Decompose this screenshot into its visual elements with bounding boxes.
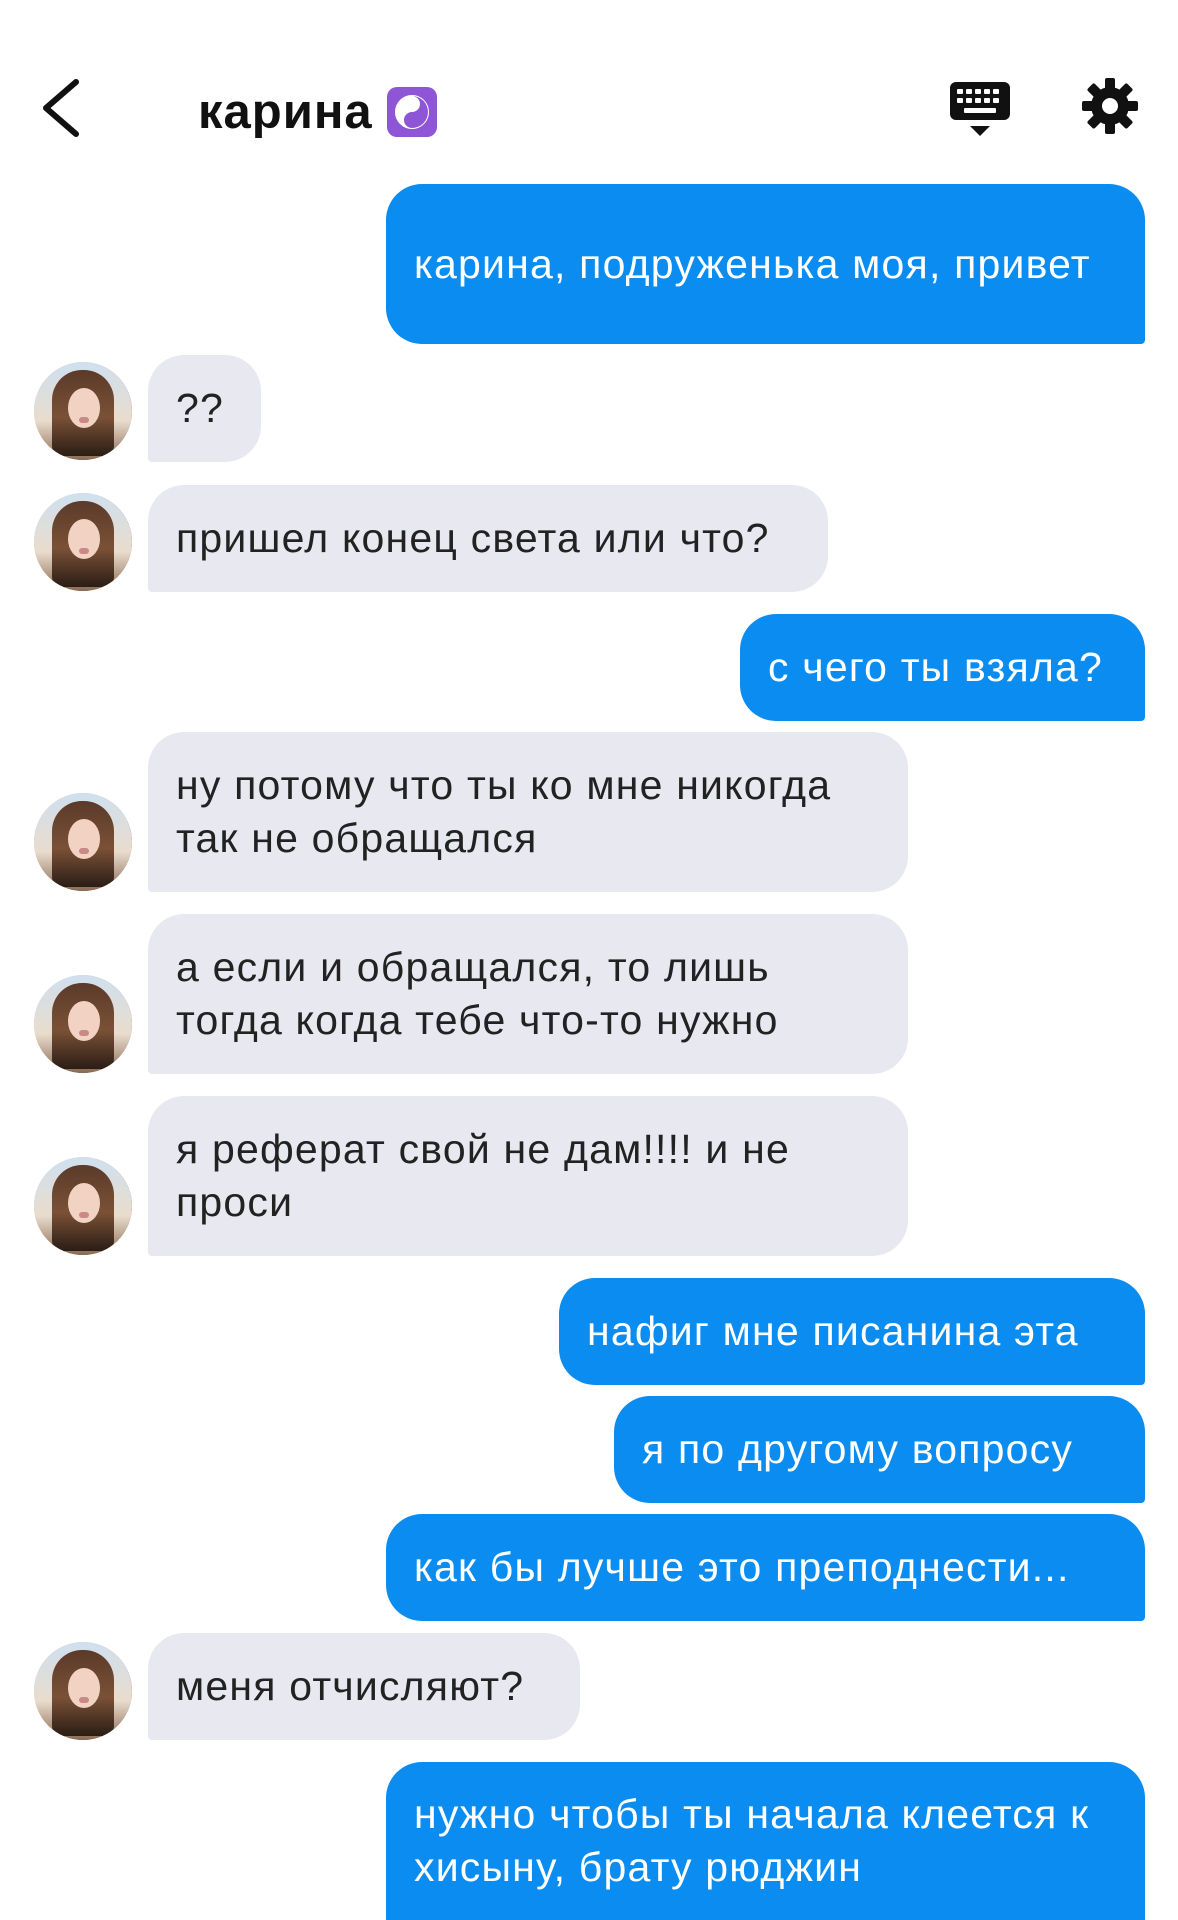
avatar[interactable] [34, 975, 132, 1073]
message-bubble-outgoing[interactable]: нужно чтобы ты начала клеется к хисыну, … [386, 1762, 1145, 1920]
keyboard-icon [950, 82, 1010, 136]
message-text: а если и обращался, то лишь тогда когда … [176, 944, 779, 1043]
message-text: ну потому что ты ко мне никогда так не о… [176, 762, 832, 861]
chat-title: карина [198, 85, 373, 139]
chevron-left-icon [43, 79, 79, 137]
message-text: с чего ты взяла? [768, 644, 1103, 690]
message-text: нафиг мне писанина эта [587, 1308, 1079, 1354]
message-text: я по другому вопросу [642, 1426, 1074, 1472]
message-text: пришел конец света или что? [176, 515, 770, 561]
message-bubble-outgoing[interactable]: как бы лучше это преподнести... [386, 1514, 1145, 1621]
message-text: карина, подруженька моя, привет [414, 240, 1091, 287]
avatar[interactable] [34, 362, 132, 460]
message-text: как бы лучше это преподнести... [414, 1544, 1070, 1590]
message-text: нужно чтобы ты начала клеется к хисыну, … [414, 1791, 1090, 1890]
message-bubble-incoming[interactable]: пришел конец света или что? [148, 485, 828, 592]
message-bubble-outgoing[interactable]: я по другому вопросу [614, 1396, 1145, 1503]
message-bubble-outgoing[interactable]: с чего ты взяла? [740, 614, 1145, 721]
message-bubble-incoming[interactable]: а если и обращался, то лишь тогда когда … [148, 914, 908, 1074]
message-text: я реферат свой не дам!!!! и не проси [176, 1126, 790, 1225]
gear-icon [1082, 78, 1138, 134]
message-text: ?? [176, 385, 225, 431]
message-bubble-incoming[interactable]: я реферат свой не дам!!!! и не проси [148, 1096, 908, 1256]
message-bubble-incoming[interactable]: меня отчисляют? [148, 1633, 580, 1740]
message-text: меня отчисляют? [176, 1663, 525, 1709]
keyboard-button[interactable] [948, 78, 1012, 140]
yin-yang-icon [386, 87, 437, 137]
avatar[interactable] [34, 1642, 132, 1740]
avatar[interactable] [34, 1157, 132, 1255]
message-bubble-outgoing[interactable]: карина, подруженька моя, привет [386, 184, 1145, 344]
message-bubble-incoming[interactable]: ?? [148, 355, 261, 462]
settings-button[interactable] [1080, 76, 1140, 136]
back-button[interactable] [30, 68, 100, 148]
avatar[interactable] [34, 793, 132, 891]
message-bubble-outgoing[interactable]: нафиг мне писанина эта [559, 1278, 1145, 1385]
chat-header: карина [0, 0, 1178, 170]
chat-title-group[interactable]: карина [198, 80, 437, 144]
message-bubble-incoming[interactable]: ну потому что ты ко мне никогда так не о… [148, 732, 908, 892]
avatar[interactable] [34, 493, 132, 591]
